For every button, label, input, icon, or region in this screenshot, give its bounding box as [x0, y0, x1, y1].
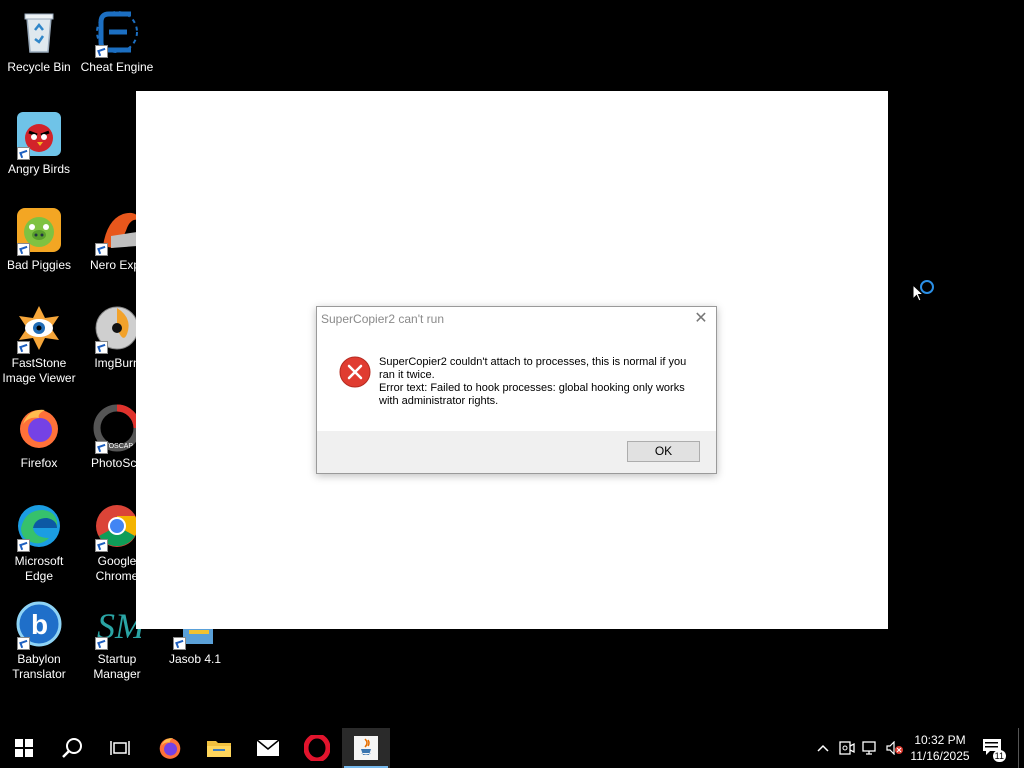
taskbar: 10:32 PM 11/16/2025 11	[0, 728, 1024, 768]
desktop-icon-label: Bad Piggies	[6, 258, 72, 272]
shortcut-arrow-icon	[95, 45, 108, 58]
babylon-icon: b	[15, 600, 63, 650]
opera-icon	[304, 735, 330, 761]
edge-desktop-icon[interactable]: Microsoft Edge	[0, 502, 78, 584]
firefox-icon	[159, 738, 181, 759]
bad-piggies-desktop-icon[interactable]: Bad Piggies	[0, 206, 78, 273]
cheat-engine-icon	[93, 8, 141, 58]
cheat-engine-desktop-icon[interactable]: Cheat Engine	[78, 8, 156, 75]
webcam-icon	[839, 741, 855, 755]
desktop-icon-label: Jasob 4.1	[168, 652, 222, 666]
mouse-cursor-icon	[912, 283, 925, 308]
dialog-title: SuperCopier2 can't run	[321, 312, 445, 326]
shortcut-arrow-icon	[95, 243, 108, 256]
shortcut-arrow-icon	[173, 637, 186, 650]
shortcut-arrow-icon	[95, 441, 108, 454]
edge-icon	[15, 502, 63, 552]
taskbar-firefox[interactable]	[146, 728, 194, 768]
babylon-desktop-icon[interactable]: b Babylon Translator	[0, 600, 78, 682]
shortcut-arrow-icon	[17, 637, 30, 650]
desktop-icon-label: Angry Birds	[7, 162, 71, 176]
task-view-icon	[110, 741, 130, 755]
clock[interactable]: 10:32 PM 11/16/2025	[905, 732, 975, 764]
clock-date: 11/16/2025	[910, 749, 970, 763]
angry-birds-icon	[15, 110, 63, 160]
close-icon: ✕	[694, 310, 708, 327]
recycle-bin-icon	[15, 8, 63, 56]
faststone-eye-icon	[15, 304, 63, 354]
notification-count-badge: 11	[992, 750, 1006, 762]
taskbar-mail[interactable]	[244, 728, 292, 768]
java-icon	[354, 736, 378, 760]
svg-text:b: b	[31, 609, 48, 640]
shortcut-arrow-icon	[17, 341, 30, 354]
desktop-icon-label: FastStone Image Viewer	[2, 356, 76, 385]
windows-logo-icon	[15, 739, 33, 757]
firefox-icon	[15, 404, 63, 452]
desktop-icon-label: Cheat Engine	[80, 60, 154, 74]
dialog-message: SuperCopier2 couldn't attach to processe…	[379, 356, 699, 408]
nero-icon	[93, 206, 141, 256]
desktop-icon-label: Babylon Translator	[12, 652, 66, 681]
error-icon	[339, 356, 371, 388]
shortcut-arrow-icon	[95, 341, 108, 354]
taskbar-file-explorer[interactable]	[195, 728, 243, 768]
shortcut-arrow-icon	[17, 147, 30, 160]
network-tray-button[interactable]	[860, 728, 882, 768]
search-button[interactable]	[48, 728, 96, 768]
shortcut-arrow-icon	[17, 539, 30, 552]
show-desktop-divider	[1018, 728, 1019, 768]
shortcut-arrow-icon	[17, 243, 30, 256]
meet-now-tray-button[interactable]	[836, 728, 858, 768]
taskbar-opera[interactable]	[293, 728, 341, 768]
shortcut-arrow-icon	[95, 539, 108, 552]
network-icon	[862, 741, 876, 755]
search-icon	[62, 738, 82, 758]
angry-birds-desktop-icon[interactable]: Angry Birds	[0, 110, 78, 177]
task-view-button[interactable]	[96, 728, 144, 768]
desktop-icon-label: Microsoft Edge	[14, 554, 64, 583]
mail-icon	[256, 739, 280, 756]
chevron-up-icon	[817, 744, 829, 752]
bad-piggies-icon	[15, 206, 63, 256]
ok-button[interactable]: OK	[627, 441, 700, 462]
action-center-button[interactable]: 11	[978, 728, 1008, 768]
desktop-icon-label: Startup Manager	[93, 652, 141, 681]
photoscape-icon: OTOSCAP	[93, 404, 141, 454]
clock-time: 10:32 PM	[914, 733, 966, 747]
faststone-desktop-icon[interactable]: FastStone Image Viewer	[0, 304, 78, 386]
close-button[interactable]: ✕	[692, 310, 710, 328]
dialog-footer: OK	[317, 431, 716, 473]
desktop: Recycle Bin Angry Birds Bad Piggies Fast…	[0, 0, 1024, 728]
firefox-desktop-icon[interactable]: Firefox	[0, 404, 78, 471]
dialog-message-line: Error text: Failed to hook processes: gl…	[379, 382, 685, 407]
volume-tray-button[interactable]	[884, 728, 906, 768]
desktop-icon-label: Firefox	[20, 456, 58, 470]
taskbar-java[interactable]	[342, 728, 390, 768]
start-button[interactable]	[0, 728, 48, 768]
volume-muted-icon	[886, 741, 903, 755]
desktop-icon-label: Recycle Bin	[7, 60, 71, 74]
chrome-icon	[93, 502, 141, 552]
dialog-message-line: SuperCopier2 couldn't attach to processe…	[379, 356, 687, 381]
shortcut-arrow-icon	[95, 637, 108, 650]
imgburn-disc-icon	[93, 304, 141, 354]
folder-icon	[207, 741, 231, 757]
recycle-bin-desktop-icon[interactable]: Recycle Bin	[0, 8, 78, 75]
startup-manager-icon: SM	[93, 600, 141, 650]
show-hidden-icons-button[interactable]	[812, 728, 834, 768]
error-dialog: SuperCopier2 can't run ✕ SuperCopier2 co…	[316, 306, 717, 474]
